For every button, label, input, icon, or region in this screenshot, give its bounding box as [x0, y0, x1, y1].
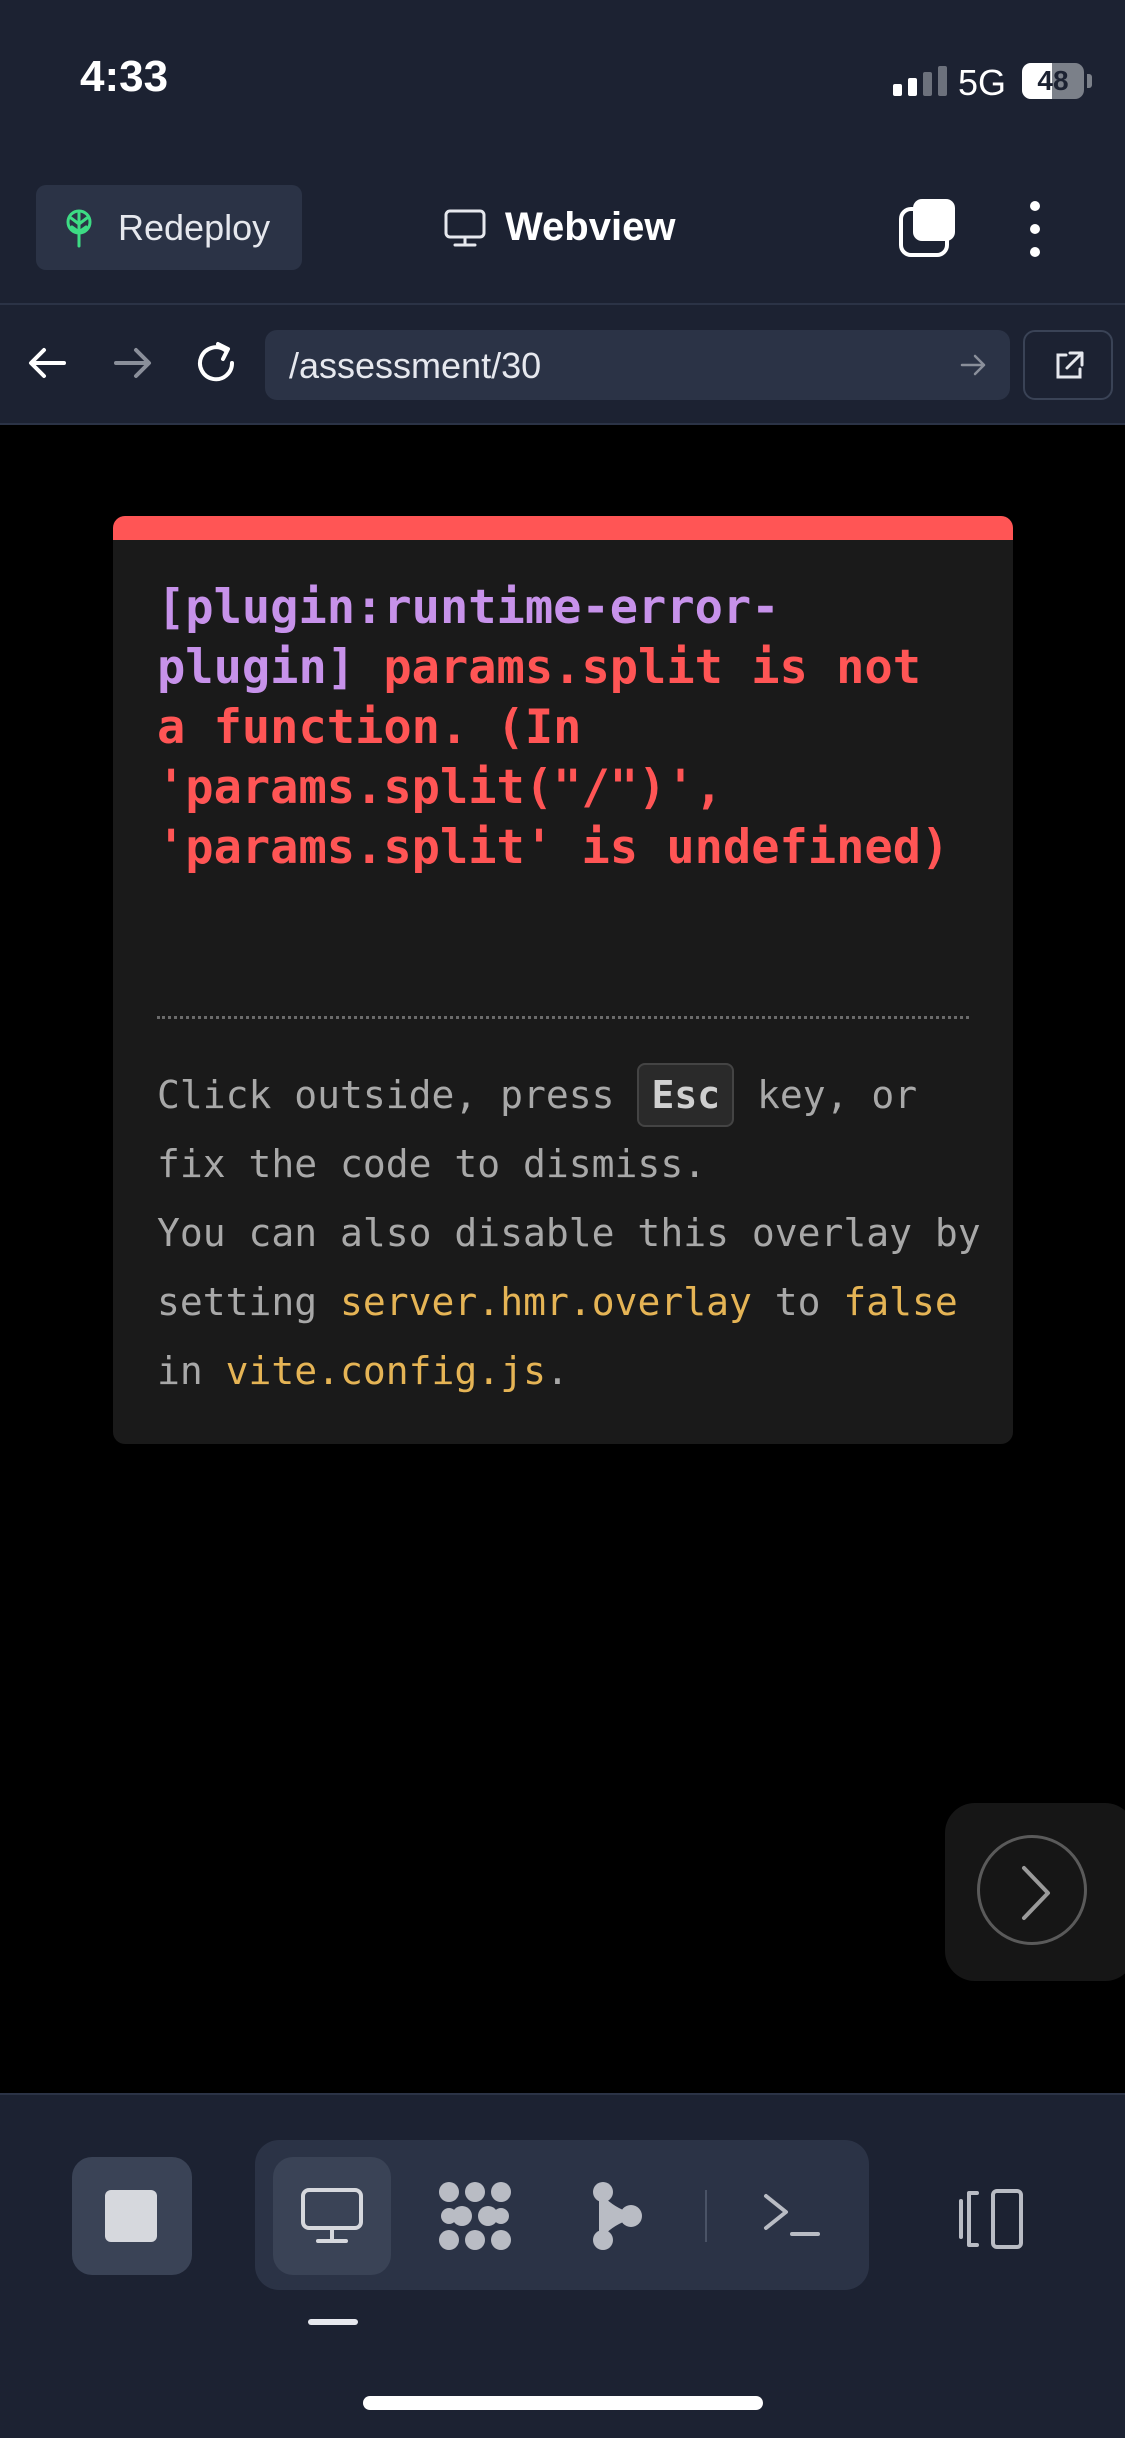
tool-separator: [705, 2190, 707, 2242]
monitor-icon: [301, 2188, 363, 2243]
deploy-tree-icon: [66, 209, 92, 247]
tip-prefix: Click outside, press: [157, 1073, 615, 1117]
monitor-icon: [444, 209, 486, 246]
esc-key: Esc: [637, 1063, 735, 1127]
error-overlay[interactable]: [plugin:runtime-error-plugin] params.spl…: [113, 516, 1013, 1444]
tip2-to: to: [774, 1280, 821, 1324]
url-bar: /assessment/30: [0, 305, 1125, 425]
page-title: Webview: [443, 195, 675, 260]
status-time: 4:33: [80, 52, 169, 101]
page-title-label: Webview: [505, 205, 676, 249]
network-type: 5G: [958, 62, 1007, 103]
terminal-icon[interactable]: [760, 2188, 822, 2244]
tool-switcher: [255, 2140, 869, 2290]
redeploy-label: Redeploy: [118, 206, 271, 248]
git-branch-icon[interactable]: [589, 2180, 645, 2252]
battery-icon: 48: [1022, 63, 1084, 99]
battery-tip: [1087, 74, 1092, 88]
divider: [157, 1016, 969, 1019]
tip-period: .: [545, 1349, 569, 1393]
open-external-button[interactable]: [1023, 330, 1113, 400]
redeploy-button[interactable]: Redeploy: [36, 185, 302, 270]
forward-arrow-icon[interactable]: [104, 335, 160, 391]
cellular-signal-icon: [893, 66, 947, 96]
floating-panel: [945, 1803, 1125, 1981]
chevron-right-icon: [1022, 1866, 1050, 1920]
error-message: [plugin:runtime-error-plugin] params.spl…: [157, 578, 977, 878]
go-arrow-icon[interactable]: [958, 350, 988, 380]
stop-button[interactable]: [72, 2157, 192, 2275]
tabs-icon[interactable]: [897, 197, 959, 259]
app-header: Redeploy Webview: [0, 165, 1125, 305]
split-view-icon[interactable]: [955, 2187, 1027, 2251]
reload-icon[interactable]: [188, 335, 244, 391]
back-arrow-icon[interactable]: [20, 335, 76, 391]
home-indicator[interactable]: [363, 2396, 763, 2410]
grid-dots-icon[interactable]: [437, 2180, 513, 2252]
tool-webview-button[interactable]: [273, 2157, 391, 2275]
false-value: false: [843, 1280, 958, 1324]
error-accent-bar: [113, 516, 1013, 540]
config-file: vite.config.js: [225, 1349, 546, 1393]
tip2-in: in: [157, 1349, 203, 1393]
battery-level: 48: [1037, 65, 1069, 96]
error-tip: Click outside, press Esc key, or fix the…: [157, 1061, 987, 1406]
status-bar: 4:33 5G 48: [0, 0, 1125, 165]
url-input[interactable]: /assessment/30: [265, 330, 1010, 400]
stop-icon: [105, 2190, 157, 2242]
external-link-icon: [1056, 351, 1084, 379]
more-vertical-icon[interactable]: [1020, 198, 1050, 260]
active-tab-indicator: [308, 2319, 358, 2325]
url-text: /assessment/30: [289, 345, 542, 386]
config-key: server.hmr.overlay: [340, 1280, 752, 1324]
bottom-toolbar: [0, 2093, 1125, 2438]
next-button[interactable]: [977, 1835, 1087, 1945]
